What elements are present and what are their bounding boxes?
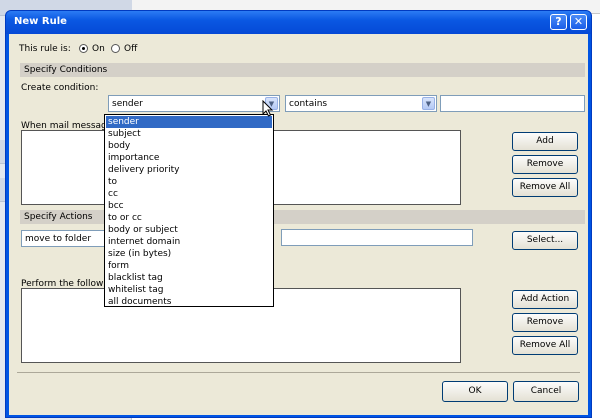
footer-divider [17, 372, 580, 373]
condition-field-dropdown[interactable]: sender subject body importance delivery prio… [104, 114, 274, 307]
rule-off-radio[interactable]: Off [111, 43, 151, 55]
action-folder-input[interactable] [281, 229, 473, 246]
remove-all-actions-button[interactable]: Remove All [512, 336, 578, 355]
rule-on-label: On [92, 44, 105, 54]
dropdown-option[interactable]: importance [106, 152, 272, 164]
dialog-client-area: This rule is: On Off Specify Conditions … [9, 34, 588, 415]
condition-field-combo[interactable]: sender ▼ [108, 95, 280, 112]
close-icon: ✕ [573, 15, 584, 28]
actions-section-title: Specify Actions [24, 212, 93, 222]
help-button[interactable]: ? [550, 14, 567, 30]
add-action-button[interactable]: Add Action [512, 290, 578, 309]
ok-button[interactable]: OK [442, 381, 508, 402]
dropdown-option[interactable]: bcc [106, 200, 272, 212]
dropdown-option[interactable]: body [106, 140, 272, 152]
dropdown-option[interactable]: to or cc [106, 212, 272, 224]
dropdown-option[interactable]: cc [106, 188, 272, 200]
conditions-section-title: Specify Conditions [24, 65, 108, 75]
help-icon: ? [555, 15, 562, 28]
rule-off-label: Off [124, 44, 138, 54]
chevron-down-icon[interactable]: ▼ [422, 97, 435, 110]
condition-operator-combo[interactable]: contains ▼ [285, 95, 437, 112]
remove-condition-button[interactable]: Remove [512, 155, 578, 174]
dropdown-option[interactable]: body or subject [106, 224, 272, 236]
action-type-value: move to folder [25, 234, 92, 244]
cancel-button[interactable]: Cancel [513, 381, 579, 402]
radio-on-indicator [79, 44, 88, 53]
dropdown-option[interactable]: all documents [106, 296, 272, 308]
dialog-title: New Rule [14, 16, 67, 27]
conditions-section-header: Specify Conditions [20, 63, 585, 77]
condition-operator-value: contains [289, 99, 328, 109]
radio-off-indicator [111, 44, 120, 53]
dropdown-option[interactable]: delivery priority [106, 164, 272, 176]
rule-state-label: This rule is: [19, 44, 71, 54]
dropdown-option[interactable]: sender [106, 116, 272, 128]
condition-field-value: sender [112, 99, 143, 109]
dropdown-option[interactable]: internet domain [106, 236, 272, 248]
remove-action-button[interactable]: Remove [512, 313, 578, 332]
new-rule-dialog: New Rule ? ✕ This rule is: On Off Specif… [5, 10, 592, 418]
mouse-cursor-icon [262, 100, 274, 117]
select-folder-button[interactable]: Select... [512, 231, 578, 250]
close-button[interactable]: ✕ [570, 14, 587, 30]
action-type-combo[interactable]: move to folder [21, 230, 113, 247]
condition-value-input[interactable] [440, 95, 585, 112]
dropdown-option[interactable]: subject [106, 128, 272, 140]
dropdown-option[interactable]: size (in bytes) [106, 248, 272, 260]
dialog-titlebar[interactable]: New Rule ? ✕ [6, 11, 591, 34]
dropdown-option[interactable]: to [106, 176, 272, 188]
create-condition-label: Create condition: [21, 83, 99, 93]
remove-all-conditions-button[interactable]: Remove All [512, 178, 578, 197]
dropdown-option[interactable]: whitelist tag [106, 284, 272, 296]
dropdown-option[interactable]: blacklist tag [106, 272, 272, 284]
add-condition-button[interactable]: Add [512, 132, 578, 151]
dropdown-option[interactable]: form [106, 260, 272, 272]
